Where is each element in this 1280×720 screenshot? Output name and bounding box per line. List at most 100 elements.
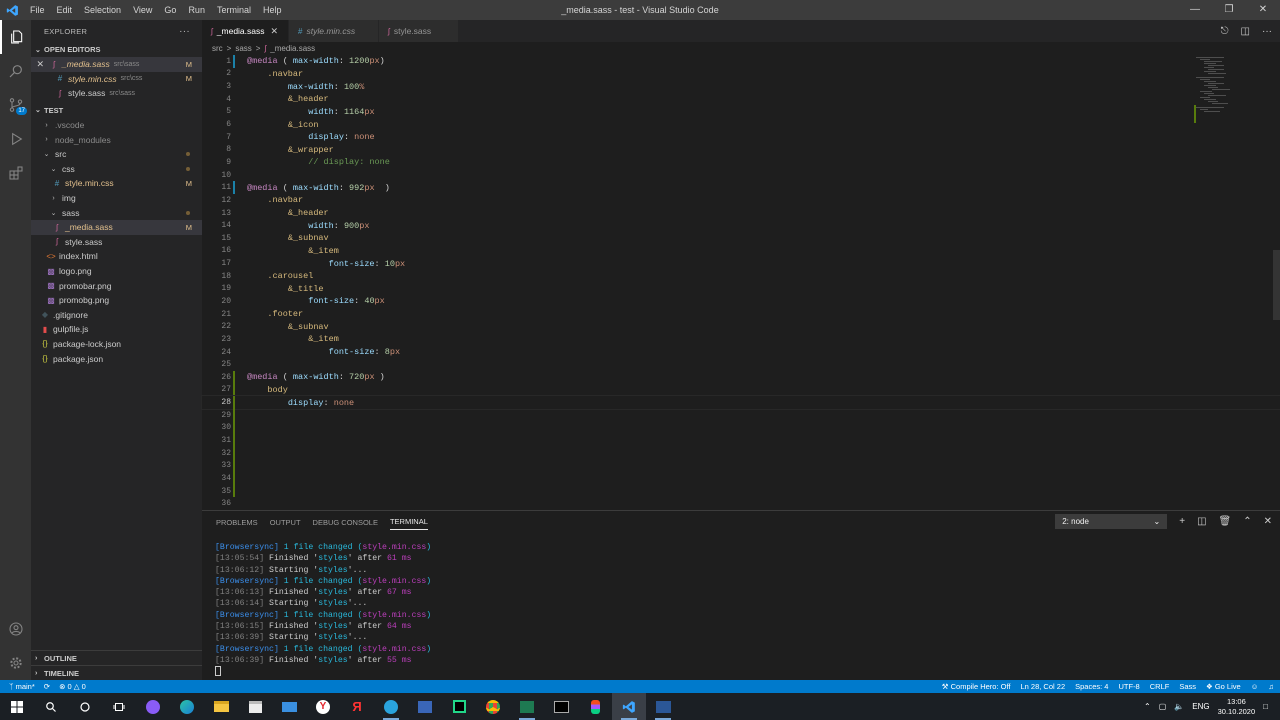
menu-terminal[interactable]: Terminal xyxy=(211,0,257,20)
tab-debug-console[interactable]: DEBUG CONSOLE xyxy=(313,515,378,530)
tree-item-index-html[interactable]: <> index.html xyxy=(31,249,202,264)
breadcrumb-item[interactable]: _media.sass xyxy=(270,44,315,53)
open-editor-item[interactable]: # style.min.css src\css M xyxy=(31,72,202,87)
tree-item-css[interactable]: ⌄ css xyxy=(31,162,202,177)
tab-media-sass[interactable]: ʃ _media.sass ✕ xyxy=(202,20,290,42)
volume-icon[interactable]: 🔈 xyxy=(1174,702,1184,711)
breadcrumb-item[interactable]: sass xyxy=(235,44,251,53)
tab-output[interactable]: OUTPUT xyxy=(270,515,301,530)
vscode-taskbar-icon[interactable] xyxy=(612,693,646,720)
tree-item-gulpfile-js[interactable]: ▮ gulpfile.js xyxy=(31,322,202,337)
tree-item-package-lock-json[interactable]: {} package-lock.json xyxy=(31,337,202,352)
windows-start-icon[interactable] xyxy=(0,693,34,720)
tree-item-promobg-png[interactable]: ▩ promobg.png xyxy=(31,293,202,308)
split-editor-icon[interactable]: ◫ xyxy=(1241,26,1250,37)
cmd-icon[interactable] xyxy=(544,693,578,720)
tree-item-media-sass[interactable]: ʃ _media.sass M xyxy=(31,219,202,235)
open-editors-section[interactable]: ⌄ OPEN EDITORS xyxy=(31,42,202,57)
open-editor-item[interactable]: ✕ ʃ _media.sass src\sass M xyxy=(31,57,202,72)
tree-item-package-json[interactable]: {} package.json xyxy=(31,351,202,366)
terminal-app-icon[interactable] xyxy=(510,693,544,720)
tab-style-min-css[interactable]: # style.min.css xyxy=(289,20,380,42)
restore-button[interactable]: ❐ xyxy=(1212,0,1246,20)
menu-selection[interactable]: Selection xyxy=(78,0,127,20)
search-icon[interactable] xyxy=(0,54,31,88)
notification-center-icon[interactable]: □ xyxy=(1263,702,1268,711)
edge-browser-icon[interactable] xyxy=(170,693,204,720)
indentation[interactable]: Spaces: 4 xyxy=(1075,682,1108,691)
more-actions-icon[interactable]: ··· xyxy=(179,26,190,37)
settings-gear-icon[interactable] xyxy=(0,646,31,680)
open-changes-icon[interactable]: ⎋ xyxy=(1221,26,1229,37)
code-editor[interactable]: 1 @media ( max-width: 1200px) 2 .navbar 3… xyxy=(201,55,1280,510)
notifications-bell-icon[interactable]: ♫ xyxy=(1268,682,1274,691)
split-terminal-icon[interactable]: ◫ xyxy=(1197,516,1206,527)
go-live-status[interactable]: ❖ Go Live xyxy=(1206,682,1241,691)
maximize-panel-icon[interactable]: ⌃ xyxy=(1243,516,1251,527)
mail-icon[interactable] xyxy=(272,693,306,720)
yandex-browser-icon[interactable]: Я xyxy=(340,693,374,720)
trash-icon[interactable]: 🗑 xyxy=(1219,516,1232,527)
search-icon[interactable] xyxy=(34,693,68,720)
close-panel-icon[interactable]: ✕ xyxy=(1264,516,1272,527)
menu-go[interactable]: Go xyxy=(158,0,182,20)
tray-chevron-up-icon[interactable]: ⌃ xyxy=(1144,702,1151,711)
app-purple-icon[interactable] xyxy=(136,693,170,720)
task-view-icon[interactable] xyxy=(102,693,136,720)
tree-item-vscode[interactable]: › .vscode xyxy=(31,118,202,133)
minimize-button[interactable]: — xyxy=(1178,0,1212,20)
outline-section[interactable]: › OUTLINE xyxy=(31,650,202,665)
terminal-output[interactable]: [Browsersync] 1 file changed (style.min.… xyxy=(215,542,431,678)
tree-item-style-min-css[interactable]: # style.min.css M xyxy=(31,176,202,191)
menu-file[interactable]: File xyxy=(24,0,51,20)
tree-item-src[interactable]: ⌄ src xyxy=(31,147,202,162)
close-tab-icon[interactable]: ✕ xyxy=(271,26,279,37)
feedback-icon[interactable]: ☺ xyxy=(1251,682,1259,691)
clock[interactable]: 13:06 30.10.2020 xyxy=(1218,697,1256,717)
editor-scrollbar[interactable] xyxy=(1273,55,1280,510)
yandex-icon[interactable]: Y xyxy=(306,693,340,720)
open-editor-item[interactable]: ʃ style.sass src\sass xyxy=(31,86,202,101)
explorer-icon[interactable] xyxy=(0,20,31,54)
workspace-section[interactable]: ⌄ TEST xyxy=(31,103,202,118)
tab-style-sass[interactable]: ʃ style.sass xyxy=(379,20,460,42)
network-icon[interactable]: ▢ xyxy=(1159,702,1167,711)
tree-item-logo-png[interactable]: ▩ logo.png xyxy=(31,264,202,279)
file-explorer-icon[interactable] xyxy=(204,693,238,720)
close-icon[interactable]: ✕ xyxy=(31,59,44,70)
extensions-icon[interactable] xyxy=(0,156,31,190)
tab-terminal[interactable]: TERMINAL xyxy=(389,514,428,530)
store-icon[interactable] xyxy=(238,693,272,720)
menu-edit[interactable]: Edit xyxy=(51,0,79,20)
tab-problems[interactable]: PROBLEMS xyxy=(216,515,258,530)
tree-item-img[interactable]: › img xyxy=(31,191,202,206)
tree-item-node-modules[interactable]: › node_modules xyxy=(31,132,202,147)
cortana-icon[interactable] xyxy=(68,693,102,720)
close-window-button[interactable]: ✕ xyxy=(1246,0,1280,20)
cursor-position[interactable]: Ln 28, Col 22 xyxy=(1021,682,1066,691)
keyboard-language[interactable]: ENG xyxy=(1192,702,1209,711)
telegram-icon[interactable] xyxy=(374,693,408,720)
timeline-section[interactable]: › TIMELINE xyxy=(31,665,202,680)
sync-icon[interactable]: ⟳ xyxy=(44,682,50,691)
line-ending[interactable]: CRLF xyxy=(1150,682,1170,691)
menu-run[interactable]: Run xyxy=(182,0,211,20)
more-actions-icon[interactable]: ··· xyxy=(1262,26,1272,37)
chrome-icon[interactable] xyxy=(476,693,510,720)
compile-hero-status[interactable]: ⚒ Compile Hero: Off xyxy=(942,682,1011,691)
menu-help[interactable]: Help xyxy=(257,0,288,20)
minimap[interactable] xyxy=(1194,55,1270,135)
terminal-select[interactable]: 2: node ⌄ xyxy=(1055,514,1168,529)
powershell-icon[interactable] xyxy=(646,693,680,720)
tree-item-gitignore[interactable]: ◆ .gitignore xyxy=(31,308,202,323)
pycharm-icon[interactable] xyxy=(442,693,476,720)
tree-item-sass[interactable]: ⌄ sass xyxy=(31,205,202,220)
desktop-app-icon[interactable] xyxy=(408,693,442,720)
language-mode[interactable]: Sass xyxy=(1179,682,1196,691)
encoding[interactable]: UTF-8 xyxy=(1118,682,1139,691)
figma-icon[interactable] xyxy=(578,693,612,720)
tree-item-promobar-png[interactable]: ▩ promobar.png xyxy=(31,278,202,293)
tree-item-style-sass[interactable]: ʃ style.sass xyxy=(31,235,202,250)
source-control-icon[interactable]: 17 xyxy=(0,88,31,122)
new-terminal-icon[interactable]: + xyxy=(1179,516,1185,527)
